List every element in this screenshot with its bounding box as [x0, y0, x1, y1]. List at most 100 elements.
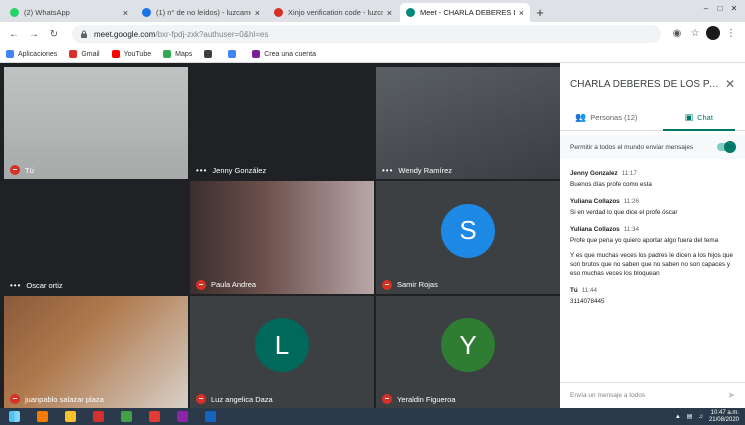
bookmark-item[interactable] [228, 50, 240, 58]
meet-call: Tú ••• Jenny González ••• Wendy Ramírez ••• Os… [0, 63, 745, 408]
browser-tab-strip: (2) WhatsApp × (1) n° de no leídos) - luzc… [0, 0, 745, 22]
taskbar-chrome-icon[interactable] [144, 410, 164, 424]
minimize-icon[interactable]: – [699, 2, 713, 16]
tab-chat[interactable]: ▣ Chat [653, 105, 745, 131]
close-icon[interactable]: ✕ [725, 77, 735, 91]
window-controls: – □ ✕ [699, 2, 741, 16]
menu-icon[interactable]: ⋮ [723, 26, 739, 42]
taskbar-media-icon[interactable] [32, 410, 52, 424]
mic-off-icon [10, 394, 20, 404]
mic-off-icon [196, 279, 206, 290]
participant-name-tag: Paula Andrea [196, 279, 256, 290]
tab-title: (1) n° de no leídos) - luzcame... [156, 8, 251, 17]
address-bar[interactable]: meet.google.com/bxr-fpdj-zxk?authuser=0&… [72, 25, 661, 43]
participant-tile[interactable]: Tú [4, 67, 188, 180]
participant-tile[interactable]: ••• Jenny González [190, 67, 374, 180]
message-header: Yuliana Collazos 11:34 [570, 225, 735, 234]
profile-avatar[interactable] [705, 26, 721, 42]
tab-title: Meet - CHARLA DEBERES D... [420, 8, 515, 17]
message-text: Y es que muchas veces los padres le dice… [570, 252, 733, 277]
tab-people[interactable]: 👥 Personas (12) [560, 105, 653, 130]
back-icon[interactable]: ← [6, 26, 22, 42]
send-icon[interactable]: ➤ [727, 390, 735, 401]
participant-name: Wendy Ramírez [398, 166, 453, 176]
message-text: Profe que pena yo quiero aportar algo fu… [570, 237, 719, 244]
chat-panel: CHARLA DEBERES DE LOS PADRE... ✕ 👥 Perso… [560, 63, 745, 408]
message-author: Yuliana Collazos [570, 198, 620, 205]
taskbar-start-icon[interactable] [4, 410, 24, 424]
taskbar-chrome-alt-icon[interactable] [116, 410, 136, 424]
participant-tile[interactable]: juanpablo salazar plaza [4, 295, 188, 408]
browser-tab[interactable]: (1) n° de no leídos) - luzcame... × [136, 3, 266, 22]
participant-tile[interactable]: ••• Wendy Ramírez [376, 67, 560, 180]
message-time: 11:26 [623, 198, 639, 205]
message-author: Yuliana Collazos [570, 226, 620, 233]
permission-toggle[interactable] [717, 141, 736, 153]
message-text: Buenos días profe como esta [570, 181, 652, 188]
volume-icon[interactable]: ♫ [698, 414, 703, 420]
participant-avatar: S [441, 203, 495, 258]
browser-tab[interactable]: (2) WhatsApp × [4, 3, 134, 22]
bookmark-item[interactable]: Aplicaciones [6, 50, 57, 58]
participant-name: juanpablo salazar plaza [25, 394, 104, 404]
bookmark-item[interactable] [204, 50, 216, 58]
participant-name-tag: ••• Wendy Ramírez [382, 166, 452, 175]
browser-tab[interactable]: Meet - CHARLA DEBERES D... × [400, 3, 530, 22]
participant-name-tag: juanpablo salazar plaza [10, 394, 104, 404]
bookmark-label: YouTube [123, 50, 152, 58]
bookmark-item[interactable]: Crea una cuenta [252, 50, 316, 58]
participant-tile[interactable]: ••• Oscar ortiz [4, 181, 188, 294]
participant-tile[interactable]: S Samir Rojas [376, 181, 560, 294]
participant-name-tag: ••• Jenny González [196, 166, 266, 175]
tab-title: Xinjo verification code - luzcm... [288, 8, 383, 17]
maximize-icon[interactable]: □ [713, 2, 727, 16]
participant-tile[interactable]: Y Yeraldin Figueroa [376, 295, 560, 408]
tab-close-icon[interactable]: × [123, 8, 128, 18]
message-header: Tú 11:44 [570, 286, 735, 295]
browser-tab[interactable]: Xinjo verification code - luzcm... × [268, 3, 398, 22]
message-time: 11:44 [581, 287, 597, 294]
chat-icon: ▣ [684, 112, 694, 122]
network-icon[interactable]: ▤ [687, 413, 693, 420]
tab-close-icon[interactable]: × [387, 8, 392, 18]
tab-close-icon[interactable]: × [255, 8, 260, 18]
participant-tile[interactable]: L Luz angelica Daza [190, 295, 374, 408]
bookmark-item[interactable]: YouTube [111, 50, 152, 58]
message-text: Si en verdad lo que dice el profe óscar [570, 209, 678, 216]
bookmark-icon [6, 50, 14, 58]
bookmark-item[interactable]: Gmail [69, 50, 100, 58]
tab-favicon-icon [274, 8, 283, 17]
windows-taskbar: ▲ ▤ ♫ 10:47 a.m. 21/08/2020 [0, 408, 745, 425]
participant-name: Luz angelica Daza [211, 394, 273, 404]
bookmark-item[interactable]: Maps [163, 50, 192, 58]
participant-tile[interactable]: Paula Andrea [190, 181, 374, 294]
message-author: Tú [570, 287, 578, 294]
taskbar-word-icon[interactable] [200, 410, 220, 424]
close-window-icon[interactable]: ✕ [727, 2, 741, 16]
taskbar-files-icon[interactable] [60, 410, 80, 424]
reload-icon[interactable]: ↻ [46, 26, 62, 42]
bookmark-icon [204, 50, 213, 58]
composer-input[interactable]: Envía un mensaje a todos [570, 392, 645, 399]
new-tab-button[interactable]: + [532, 3, 548, 22]
taskbar-acrobat-icon[interactable] [88, 410, 108, 424]
tab-close-icon[interactable]: × [519, 8, 524, 18]
permission-label: Permitir a todos el mundo enviar mensaje… [570, 143, 694, 151]
camera-icon[interactable]: ◉ [669, 26, 685, 42]
chevron-up-icon[interactable]: ▲ [675, 414, 681, 420]
star-icon[interactable]: ☆ [687, 26, 703, 42]
chat-header: CHARLA DEBERES DE LOS PADRE... ✕ [560, 63, 745, 105]
tab-favicon-icon [406, 8, 415, 17]
participant-grid: Tú ••• Jenny González ••• Wendy Ramírez ••• Os… [4, 67, 560, 408]
participant-name: Tú [25, 165, 34, 175]
chat-composer[interactable]: Envía un mensaje a todos ➤ [560, 382, 745, 408]
participant-name: Samir Rojas [397, 280, 438, 290]
forward-icon[interactable]: → [26, 26, 42, 42]
participant-name: Oscar ortiz [26, 280, 63, 290]
url-host: meet.google.com [94, 29, 156, 39]
participant-name: Jenny González [212, 166, 267, 176]
participant-name-tag: Samir Rojas [382, 279, 438, 290]
clock[interactable]: 10:47 a.m. 21/08/2020 [709, 410, 739, 424]
taskbar-store-icon[interactable] [172, 410, 192, 424]
message-list: Jenny Gonzalez 11:17 Buenos días profe com… [560, 169, 745, 314]
